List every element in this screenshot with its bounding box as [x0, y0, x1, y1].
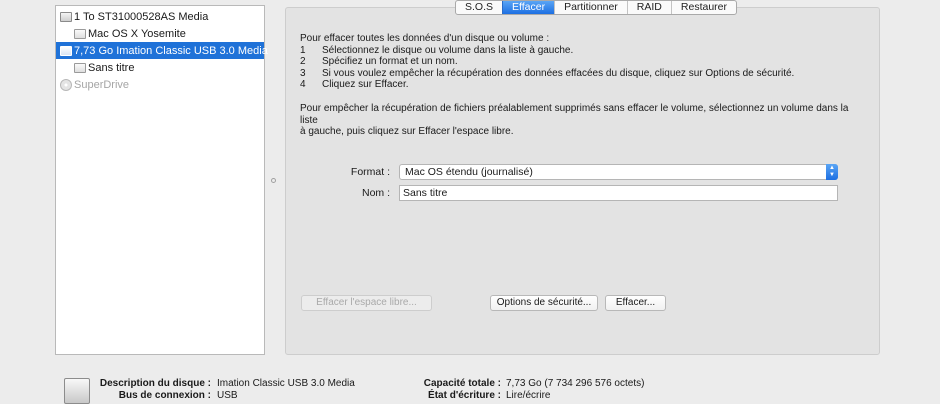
- erase-free-space-button[interactable]: Effacer l'espace libre...: [301, 295, 432, 311]
- sidebar-item-label: 1 To ST31000528AS Media: [74, 10, 209, 23]
- dvd-icon: [60, 78, 72, 91]
- disk-description-label: Description du disque :: [99, 378, 211, 389]
- sidebar-item-volume-sans-titre[interactable]: Sans titre: [56, 59, 264, 76]
- chevron-updown-icon: ▲ ▼: [826, 164, 838, 180]
- step-text: Spécifiez un format et un nom.: [322, 56, 458, 68]
- instruction-step: 1 Sélectionnez le disque ou volume dans …: [300, 45, 860, 57]
- tab-erase[interactable]: Effacer: [502, 1, 555, 14]
- format-label: Format :: [350, 166, 390, 178]
- instruction-step: 4 Cliquez sur Effacer.: [300, 79, 860, 91]
- security-options-button[interactable]: Options de sécurité...: [490, 295, 598, 311]
- total-capacity-label: Capacité totale :: [423, 378, 501, 389]
- disk-list-sidebar[interactable]: 1 To ST31000528AS Media Mac OS X Yosemit…: [55, 5, 268, 355]
- name-input[interactable]: [399, 185, 838, 201]
- volume-icon: [74, 28, 86, 39]
- total-capacity-value: 7,73 Go (7 734 296 576 octets): [506, 378, 645, 389]
- usb-drive-icon: [64, 378, 90, 404]
- step-number: 4: [300, 79, 306, 91]
- tab-raid[interactable]: RAID: [626, 1, 671, 14]
- step-text: Cliquez sur Effacer.: [322, 79, 409, 91]
- tab-first-aid[interactable]: S.O.S: [456, 1, 502, 14]
- tab-partition[interactable]: Partitionner: [554, 1, 627, 14]
- step-text: Si vous voulez empêcher la récupération …: [322, 67, 795, 79]
- disk-description-value: Imation Classic USB 3.0 Media: [217, 378, 355, 389]
- instruction-step: 3 Si vous voulez empêcher la récupératio…: [300, 68, 860, 80]
- erase-button[interactable]: Effacer...: [605, 295, 666, 311]
- connection-bus-label: Bus de connexion :: [118, 390, 211, 401]
- connection-bus-value: USB: [217, 390, 238, 401]
- sidebar-item-volume-yosemite[interactable]: Mac OS X Yosemite: [56, 25, 264, 42]
- tab-restore[interactable]: Restaurer: [670, 1, 736, 14]
- volume-icon: [74, 62, 86, 73]
- step-number: 3: [300, 67, 306, 79]
- hdd-icon: [60, 11, 72, 22]
- splitter-handle[interactable]: [271, 178, 276, 183]
- step-text: Sélectionnez le disque ou volume dans la…: [322, 44, 574, 56]
- instruction-step: 2 Spécifiez un format et un nom.: [300, 56, 860, 68]
- format-select-value: Mac OS étendu (journalisé): [405, 166, 533, 178]
- free-space-instructions-line2: à gauche, puis cliquez sur Effacer l'esp…: [300, 126, 514, 138]
- step-number: 2: [300, 56, 306, 68]
- instructions-intro: Pour effacer toutes les données d'un dis…: [300, 33, 550, 44]
- write-status-label: État d'écriture :: [428, 390, 501, 401]
- sidebar-item-label: Mac OS X Yosemite: [88, 27, 186, 40]
- write-status-value: Lire/écrire: [506, 390, 551, 401]
- sidebar-item-label: 7,73 Go Imation Classic USB 3.0 Media: [74, 44, 268, 57]
- sidebar-item-superdrive[interactable]: SuperDrive: [56, 76, 264, 93]
- free-space-instructions-line1: Pour empêcher la récupération de fichier…: [300, 102, 849, 126]
- name-label: Nom :: [361, 187, 390, 199]
- format-select[interactable]: Mac OS étendu (journalisé) ▲ ▼: [399, 164, 838, 180]
- usb-drive-icon: [60, 45, 72, 56]
- erase-instructions: Pour effacer toutes les données d'un dis…: [300, 33, 860, 138]
- step-number: 1: [300, 44, 306, 56]
- tab-bar: S.O.S Effacer Partitionner RAID Restaure…: [455, 0, 737, 15]
- sidebar-item-label: SuperDrive: [74, 78, 130, 91]
- sidebar-item-disk-imation[interactable]: 7,73 Go Imation Classic USB 3.0 Media: [56, 42, 268, 59]
- sidebar-item-disk-st31000528as[interactable]: 1 To ST31000528AS Media: [56, 8, 264, 25]
- sidebar-item-label: Sans titre: [88, 61, 135, 74]
